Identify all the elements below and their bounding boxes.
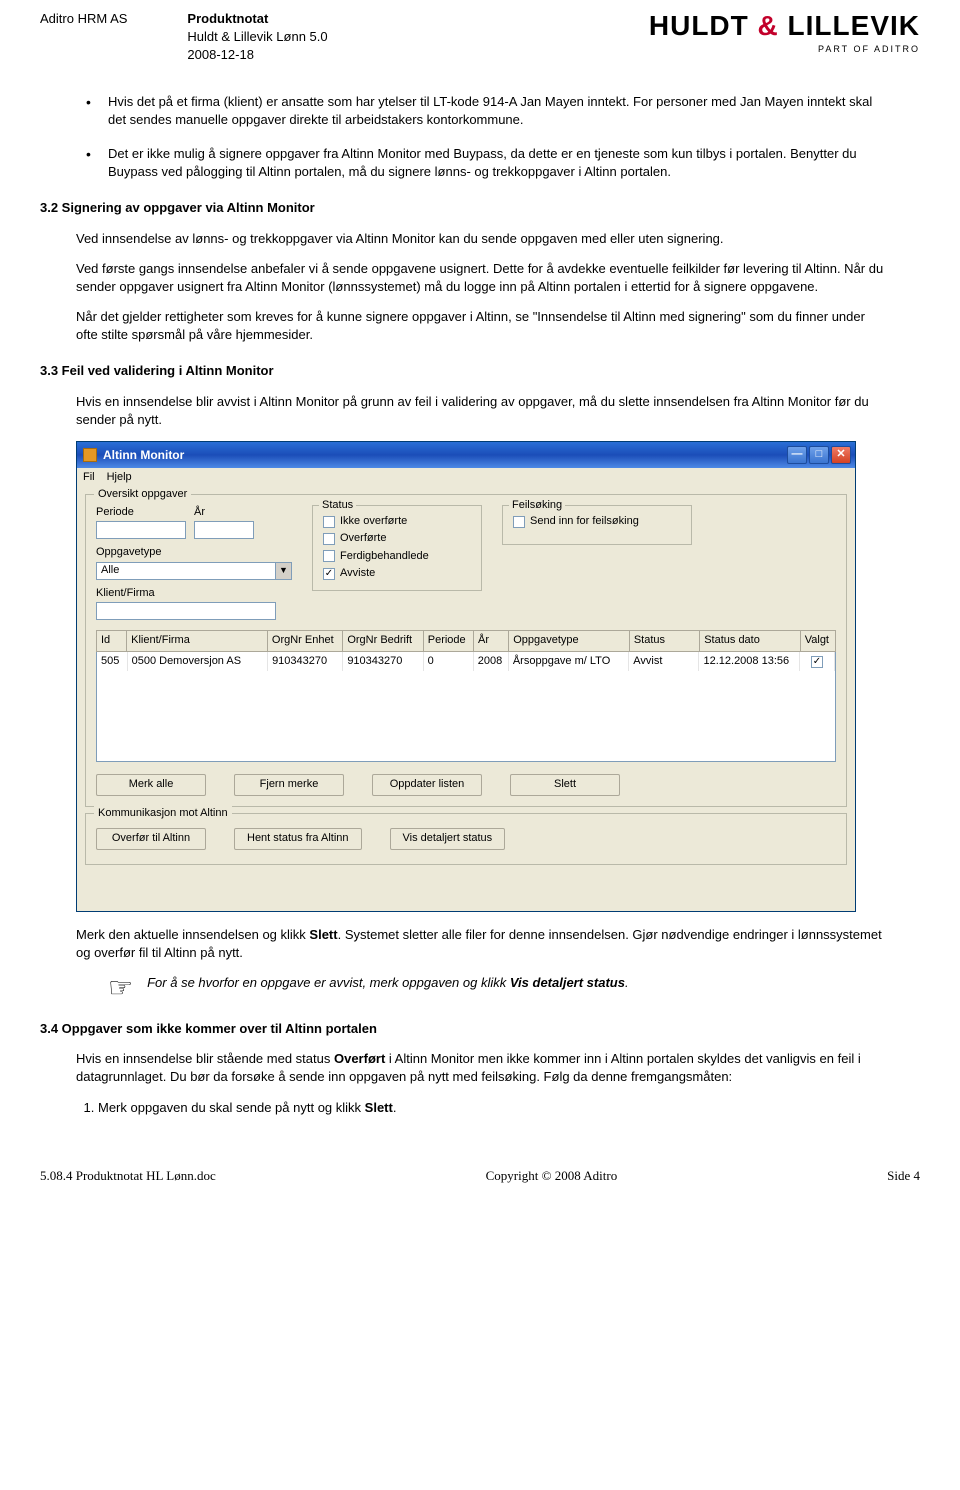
cell-oppgavetype: Årsoppgave m/ LTO	[508, 652, 628, 671]
hand-pointer-icon: ☞	[108, 974, 133, 1002]
hent-status-button[interactable]: Hent status fra Altinn	[234, 828, 362, 850]
cell-periode: 0	[423, 652, 473, 671]
company-name: Aditro HRM AS	[40, 10, 127, 65]
window-title: Altinn Monitor	[103, 447, 184, 464]
group-oversikt: Oversikt oppgaver Periode År	[85, 494, 847, 807]
section-3-2-title: 3.2 Signering av oppgaver via Altinn Mon…	[40, 199, 884, 217]
logo-text-right: LILLEVIK	[788, 10, 920, 41]
cb-ferdig-label: Ferdigbehandlede	[340, 549, 429, 564]
cell-klientfirma: 0500 Demoversjon AS	[127, 652, 267, 671]
th-orgnrenhet[interactable]: OrgNr Enhet	[267, 631, 342, 651]
status-group-label: Status	[319, 498, 356, 513]
slett-button[interactable]: Slett	[510, 774, 620, 796]
cell-aar: 2008	[473, 652, 508, 671]
th-aar[interactable]: År	[474, 631, 509, 651]
overfor-til-altinn-button[interactable]: Overfør til Altinn	[96, 828, 206, 850]
cb-ikke-overforte[interactable]	[323, 516, 335, 528]
s32-p1: Ved innsendelse av lønns- og trekkoppgav…	[76, 230, 884, 248]
menu-file[interactable]: Fil	[83, 470, 95, 486]
cb-avviste-label: Avviste	[340, 566, 375, 581]
chevron-down-icon[interactable]: ▼	[276, 562, 292, 580]
th-id[interactable]: Id	[97, 631, 127, 651]
footer-left: 5.08.4 Produktnotat HL Lønn.doc	[40, 1167, 216, 1185]
th-oppgavetype[interactable]: Oppgavetype	[509, 631, 630, 651]
logo: HULDT & LILLEVIK PART OF ADITRO	[649, 6, 920, 56]
doc-title: Produktnotat	[187, 10, 327, 28]
page-header: Aditro HRM AS Produktnotat Huldt & Lille…	[40, 10, 920, 65]
group-kommunikasjon: Kommunikasjon mot Altinn Overfør til Alt…	[85, 813, 847, 865]
section-3-3-title: 3.3 Feil ved validering i Altinn Monitor	[40, 362, 884, 380]
cell-orgnrbedrift: 910343270	[343, 652, 423, 671]
label-aar: År	[194, 505, 254, 520]
merk-alle-button[interactable]: Merk alle	[96, 774, 206, 796]
bullet-2: Det er ikke mulig å signere oppgaver fra…	[76, 145, 884, 181]
input-klientfirma[interactable]	[96, 602, 276, 620]
cb-feilsoking[interactable]	[513, 516, 525, 528]
th-klientfirma[interactable]: Klient/Firma	[127, 631, 268, 651]
label-klientfirma: Klient/Firma	[96, 586, 292, 601]
label-oppgavetype: Oppgavetype	[96, 545, 292, 560]
input-periode[interactable]	[96, 521, 186, 539]
menubar: Fil Hjelp	[77, 468, 855, 488]
oppdater-listen-button[interactable]: Oppdater listen	[372, 774, 482, 796]
logo-text-left: HULDT	[649, 10, 749, 41]
app-icon	[83, 448, 97, 462]
s32-p2: Ved første gangs innsendelse anbefaler v…	[76, 260, 884, 296]
th-periode[interactable]: Periode	[423, 631, 473, 651]
s33-after-window: Merk den aktuelle innsendelsen og klikk …	[76, 926, 884, 962]
cb-feilsoking-label: Send inn for feilsøking	[530, 514, 639, 529]
section-3-4-title: 3.4 Oppgaver som ikke kommer over til Al…	[40, 1020, 884, 1038]
s34-p1: Hvis en innsendelse blir stående med sta…	[76, 1050, 884, 1086]
input-aar[interactable]	[194, 521, 254, 539]
footer-right: Side 4	[887, 1167, 920, 1185]
menu-help[interactable]: Hjelp	[107, 470, 132, 486]
product-name: Huldt & Lillevik Lønn 5.0	[187, 28, 327, 46]
maximize-button[interactable]: □	[809, 446, 829, 464]
titlebar[interactable]: Altinn Monitor — □ ✕	[77, 442, 855, 468]
data-table: Id Klient/Firma OrgNr Enhet OrgNr Bedrif…	[96, 630, 836, 651]
cell-statusdato: 12.12.2008 13:56	[699, 652, 799, 671]
note-text: For å se hvorfor en oppgave er avvist, m…	[147, 974, 629, 992]
s34-step-1: Merk oppgaven du skal sende på nytt og k…	[98, 1099, 884, 1117]
minimize-button[interactable]: —	[787, 446, 807, 464]
s32-p3: Når det gjelder rettigheter som kreves f…	[76, 308, 884, 344]
bullet-1: Hvis det på et firma (klient) er ansatte…	[76, 93, 884, 129]
table-row[interactable]: 505 0500 Demoversjon AS 910343270 910343…	[97, 652, 835, 671]
th-statusdato[interactable]: Status dato	[700, 631, 801, 651]
label-periode: Periode	[96, 505, 186, 520]
page-footer: 5.08.4 Produktnotat HL Lønn.doc Copyrigh…	[0, 1157, 960, 1195]
cell-orgnrenhet: 910343270	[268, 652, 343, 671]
combo-oppgavetype[interactable]: Alle	[96, 562, 276, 580]
group-kommunikasjon-label: Kommunikasjon mot Altinn	[94, 806, 232, 821]
feil-group-label: Feilsøking	[509, 498, 565, 513]
ampersand-icon: &	[749, 10, 788, 41]
cell-id: 505	[97, 652, 127, 671]
table-wrap: Id Klient/Firma OrgNr Enhet OrgNr Bedrif…	[96, 630, 836, 761]
close-button[interactable]: ✕	[831, 446, 851, 464]
th-status[interactable]: Status	[629, 631, 699, 651]
doc-date: 2008-12-18	[187, 46, 327, 64]
cb-avviste[interactable]	[323, 568, 335, 580]
footer-center: Copyright © 2008 Aditro	[486, 1167, 618, 1185]
altinn-monitor-window: Altinn Monitor — □ ✕ Fil Hjelp Oversikt …	[76, 441, 856, 912]
logo-sub: PART OF ADITRO	[649, 43, 920, 56]
group-oversikt-label: Oversikt oppgaver	[94, 487, 191, 502]
cb-overforte[interactable]	[323, 533, 335, 545]
cb-ikke-overforte-label: Ikke overførte	[340, 514, 407, 529]
cb-overforte-label: Overførte	[340, 531, 386, 546]
vis-detaljert-status-button[interactable]: Vis detaljert status	[390, 828, 506, 850]
s33-p1: Hvis en innsendelse blir avvist i Altinn…	[76, 393, 884, 429]
cb-row-valgt[interactable]	[811, 656, 823, 668]
fjern-merke-button[interactable]: Fjern merke	[234, 774, 344, 796]
th-valgt[interactable]: Valgt	[800, 631, 835, 651]
th-orgnrbedrift[interactable]: OrgNr Bedrift	[343, 631, 423, 651]
cb-ferdig[interactable]	[323, 550, 335, 562]
cell-status: Avvist	[629, 652, 699, 671]
